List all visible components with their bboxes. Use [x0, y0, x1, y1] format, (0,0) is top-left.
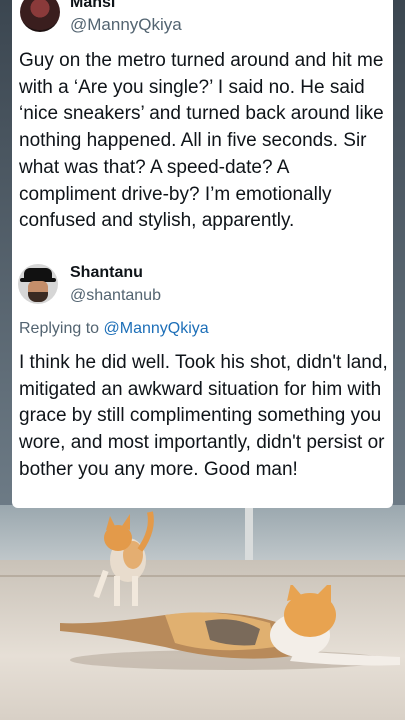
reply-avatar[interactable] [18, 264, 58, 304]
tweet-card: Mansi @MannyQkiya Guy on the metro turne… [12, 0, 393, 508]
reply-text: I think he did well. Took his shot, didn… [19, 352, 388, 480]
replying-to-line: Replying to @MannyQkiya [19, 320, 209, 338]
beard-shape [28, 292, 48, 302]
floor-edge [0, 575, 405, 577]
replying-to-label: Replying to [19, 320, 100, 337]
avatar[interactable] [20, 0, 60, 32]
author-name[interactable]: Mansi [70, 0, 115, 12]
tweet-text: Guy on the metro turned around and hit m… [19, 50, 384, 232]
lying-cat [60, 585, 400, 666]
author-handle[interactable]: @MannyQkiya [70, 15, 182, 35]
reply-author-handle[interactable]: @shantanub [70, 287, 161, 305]
replying-to-mention-link[interactable]: @MannyQkiya [104, 320, 209, 337]
reply-author-name[interactable]: Shantanu [70, 264, 143, 282]
